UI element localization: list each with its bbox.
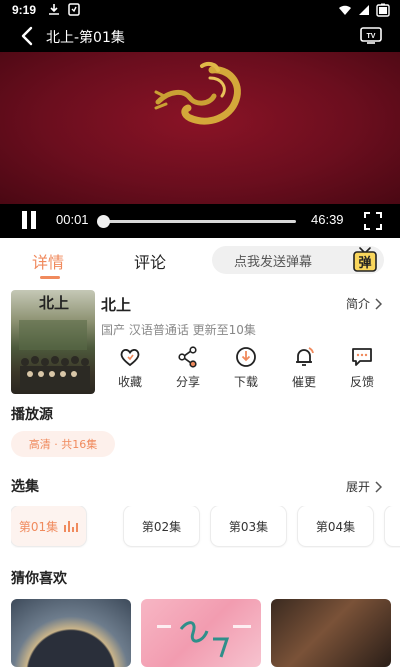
pause-icon xyxy=(22,211,27,229)
heart-icon xyxy=(120,349,140,367)
episode-item-03[interactable]: 第03集 xyxy=(211,506,286,546)
player-controls: 00:01 46:39 xyxy=(0,204,400,238)
back-arrow-icon[interactable] xyxy=(16,24,40,48)
show-poster[interactable]: 北上 xyxy=(11,290,95,394)
status-time: 9:19 xyxy=(12,3,37,17)
content-tabs: 详情 评论 点我发送弹幕 弹 xyxy=(0,238,400,282)
recommend-card[interactable] xyxy=(141,599,261,667)
episode-item-04[interactable]: 第04集 xyxy=(298,506,373,546)
download-icon xyxy=(49,4,59,15)
chevron-right-icon xyxy=(375,297,382,310)
tab-active-indicator xyxy=(40,276,60,279)
svg-text:弹: 弹 xyxy=(358,255,371,271)
svg-text:TV: TV xyxy=(367,33,376,40)
episode-item-01[interactable]: 第01集 xyxy=(11,506,86,546)
wifi-icon xyxy=(339,5,351,15)
feedback-button[interactable]: 反馈 xyxy=(332,346,392,390)
show-title: 北上 xyxy=(101,296,132,314)
show-meta: 国产 汉语普通话 更新至10集 xyxy=(101,323,256,337)
share-icon xyxy=(178,346,197,368)
episode-item-more[interactable] xyxy=(385,506,400,546)
download-icon xyxy=(236,347,256,367)
expand-label: 展开 xyxy=(345,480,370,494)
action-row: 收藏 分享 下载 催更 反馈 xyxy=(98,346,398,396)
production-logo xyxy=(154,61,241,125)
progress-thumb[interactable] xyxy=(96,215,110,228)
progress-bar[interactable] xyxy=(96,215,296,228)
recommend-card[interactable] xyxy=(11,599,131,667)
episode-list: 第01集 第02集 第03集 第04集 xyxy=(11,506,400,548)
tab-comments[interactable]: 评论 xyxy=(134,249,166,273)
current-time: 00:01 xyxy=(56,212,89,227)
recommend-title: 猜你喜欢 xyxy=(11,571,67,587)
video-player[interactable] xyxy=(0,52,400,204)
fullscreen-icon[interactable] xyxy=(364,212,382,230)
intro-link[interactable]: 简介 xyxy=(346,295,382,312)
intro-label: 简介 xyxy=(345,297,370,311)
notification-icon xyxy=(68,3,80,16)
bell-icon xyxy=(296,347,314,366)
recommend-card[interactable] xyxy=(271,599,391,667)
battery-icon xyxy=(376,3,390,17)
chevron-right-icon xyxy=(375,480,382,493)
episode-item-02[interactable]: 第02集 xyxy=(124,506,199,546)
tv-cast-icon[interactable]: TV xyxy=(360,26,382,44)
danmu-placeholder: 点我发送弹幕 xyxy=(234,255,313,270)
urge-update-button[interactable]: 催更 xyxy=(274,346,334,390)
feedback-icon xyxy=(352,348,372,366)
download-button[interactable]: 下载 xyxy=(216,346,276,390)
episodes-title: 选集 xyxy=(11,479,39,495)
duration: 46:39 xyxy=(311,212,344,227)
signal-icon xyxy=(359,5,369,15)
video-title: 北上-第01集 xyxy=(46,30,125,46)
recommend-list xyxy=(11,599,400,667)
tab-details[interactable]: 详情 xyxy=(32,249,64,273)
player-top-bar: 北上-第01集 TV xyxy=(0,20,400,52)
status-bar: 9:19 xyxy=(0,0,400,20)
danmu-send-icon[interactable]: 弹 xyxy=(352,244,378,274)
expand-episodes-link[interactable]: 展开 xyxy=(346,478,382,495)
favorite-button[interactable]: 收藏 xyxy=(100,346,160,390)
pause-button[interactable] xyxy=(20,211,36,231)
details-panel: 北上 北上 简介 国产 汉语普通话 更新至10集 收藏 分享 下载 催更 反馈 … xyxy=(0,282,400,667)
source-chip[interactable]: 高清 · 共16集 xyxy=(11,431,115,457)
source-title: 播放源 xyxy=(11,407,53,423)
playing-indicator-icon xyxy=(64,520,79,532)
danmu-input[interactable]: 点我发送弹幕 弹 xyxy=(212,246,384,274)
share-button[interactable]: 分享 xyxy=(158,346,218,390)
